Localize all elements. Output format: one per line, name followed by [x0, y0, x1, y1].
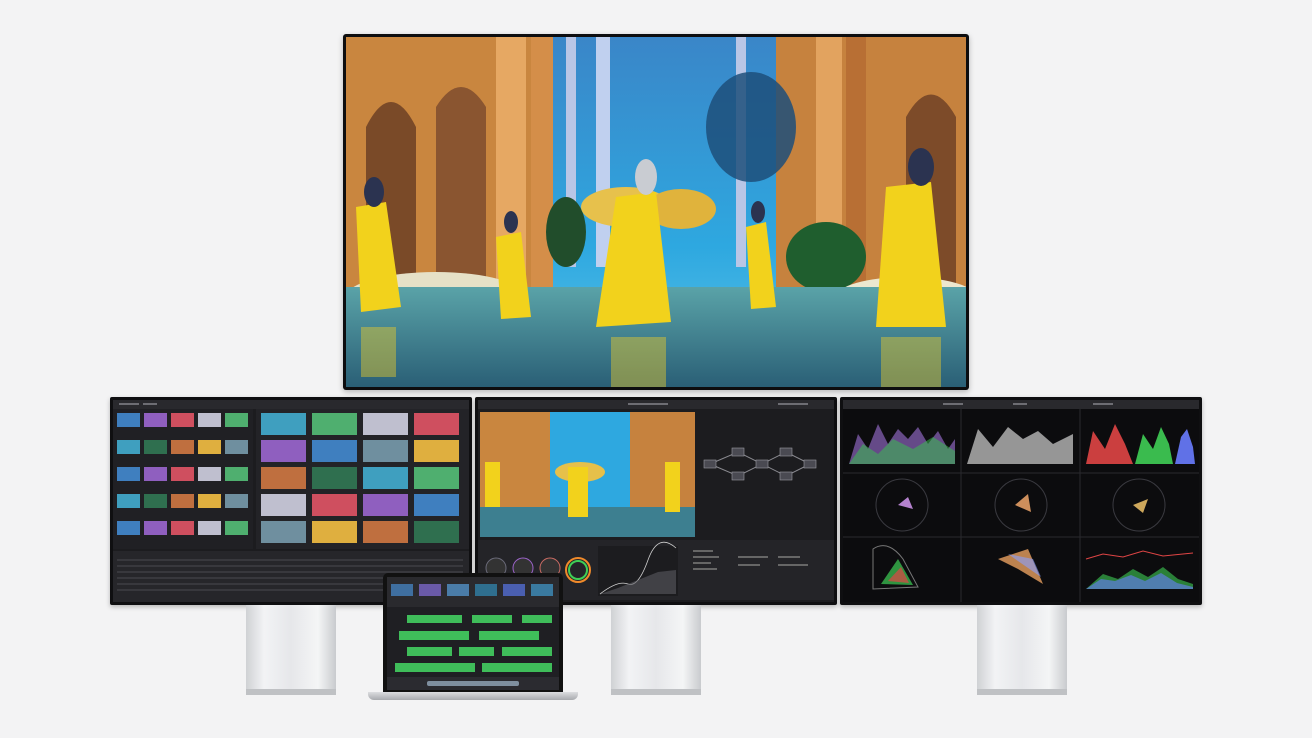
viewer-image [480, 412, 695, 537]
media-thumbnail-large[interactable] [363, 494, 408, 516]
right-display-stand [977, 605, 1067, 689]
media-thumbnail[interactable] [198, 521, 221, 535]
media-thumbnail[interactable] [198, 413, 221, 427]
left-display-stand [246, 605, 336, 689]
media-thumbnail-large[interactable] [414, 440, 459, 462]
media-thumbnail-large[interactable] [414, 413, 459, 435]
media-thumbnail[interactable] [198, 440, 221, 454]
media-thumbnail-large[interactable] [312, 494, 357, 516]
tv-screen-image [346, 37, 966, 387]
media-thumbnail[interactable] [171, 467, 194, 481]
media-thumbnail-large[interactable] [312, 521, 357, 543]
media-thumbnail-large[interactable] [312, 467, 357, 489]
media-thumbnail[interactable] [225, 467, 248, 481]
app-toolbar [478, 400, 834, 409]
media-thumbnail-large[interactable] [363, 413, 408, 435]
media-thumbnail-large[interactable] [312, 413, 357, 435]
media-thumbnail-large[interactable] [363, 521, 408, 543]
media-thumbnail-large[interactable] [312, 440, 357, 462]
laptop-base [368, 692, 578, 700]
media-thumbnail[interactable] [225, 494, 248, 508]
stage-performance-image [346, 37, 966, 387]
right-display-foot [977, 689, 1067, 695]
media-thumbnail[interactable] [225, 413, 248, 427]
center-display-foot [611, 689, 701, 695]
media-thumbnail[interactable] [144, 467, 167, 481]
media-thumbnail[interactable] [144, 494, 167, 508]
media-thumbnail-large[interactable] [261, 413, 306, 435]
media-thumbnail[interactable] [171, 521, 194, 535]
media-thumbnail-large[interactable] [414, 494, 459, 516]
media-thumbnail-large[interactable] [261, 494, 306, 516]
left-display-foot [246, 689, 336, 695]
center-display-stand [611, 605, 701, 689]
media-thumbnail[interactable] [225, 521, 248, 535]
node-graph[interactable] [698, 412, 834, 537]
media-thumbnail[interactable] [117, 467, 140, 481]
app-toolbar [843, 400, 1199, 409]
color-grading-screen [478, 400, 834, 602]
media-thumbnail[interactable] [117, 521, 140, 535]
video-scopes-screen [843, 400, 1199, 602]
media-thumbnail[interactable] [144, 440, 167, 454]
right-display [840, 397, 1202, 605]
media-thumbnail[interactable] [171, 494, 194, 508]
media-thumbnail-large[interactable] [414, 467, 459, 489]
media-browser-screen [113, 400, 469, 602]
television [343, 34, 969, 390]
media-thumbnail-grid [113, 409, 469, 602]
media-thumbnail[interactable] [117, 413, 140, 427]
media-thumbnail[interactable] [225, 440, 248, 454]
media-thumbnail-large[interactable] [261, 440, 306, 462]
media-thumbnail[interactable] [144, 413, 167, 427]
audio-editor-screen [387, 577, 559, 690]
media-thumbnail-large[interactable] [261, 521, 306, 543]
media-thumbnail-large[interactable] [363, 440, 408, 462]
media-thumbnail[interactable] [117, 440, 140, 454]
media-thumbnail-large[interactable] [261, 467, 306, 489]
laptop-display [383, 573, 563, 693]
media-thumbnail[interactable] [144, 521, 167, 535]
scopes-grid [843, 409, 1199, 602]
media-thumbnail[interactable] [198, 467, 221, 481]
laptop-screen [387, 577, 559, 690]
media-thumbnail[interactable] [198, 494, 221, 508]
media-thumbnail[interactable] [117, 494, 140, 508]
media-thumbnail-large[interactable] [414, 521, 459, 543]
media-thumbnail[interactable] [171, 413, 194, 427]
media-thumbnail-large[interactable] [363, 467, 408, 489]
media-thumbnail[interactable] [171, 440, 194, 454]
